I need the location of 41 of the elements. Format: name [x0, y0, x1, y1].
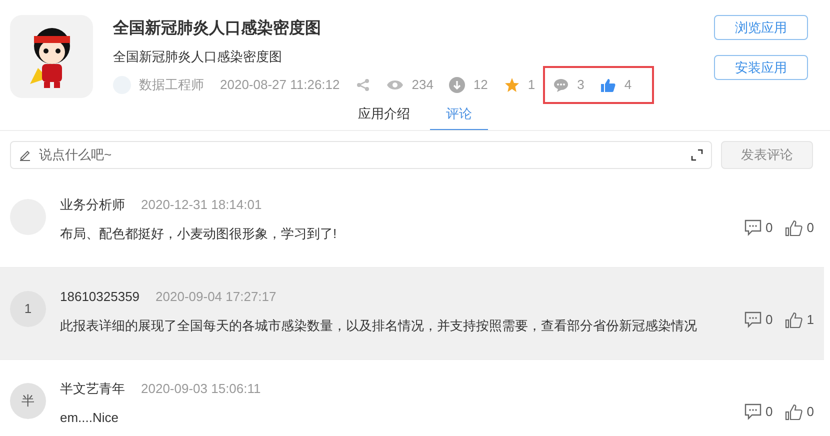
publish-date: 2020-08-27 11:26:12	[220, 76, 340, 94]
action-button[interactable]: 安装应用	[714, 55, 808, 80]
comment-time: 2020-09-03 15:06:11	[141, 380, 261, 398]
app-subtitle: 全国新冠肺炎人口感染密度图	[113, 48, 283, 66]
user-name[interactable]: 18610325359	[60, 286, 140, 306]
reply-count: 0	[766, 219, 773, 237]
user-avatar: 1	[10, 290, 46, 326]
comment-text: 布局、配色都挺好，小麦动图很形象，学习到了!	[60, 225, 338, 243]
stat-count: 12	[473, 76, 488, 94]
comment-input[interactable]: 说点什么吧~	[39, 144, 683, 164]
comment-text: 此报表详细的展现了全国每天的各城市感染数量，以及排名情况，并支持按照需要，查看部分省份新冠感染情况	[60, 317, 698, 335]
thumbs-up-icon[interactable]	[784, 218, 803, 237]
like-count: 0	[806, 403, 814, 421]
tab[interactable]: 评论	[430, 104, 488, 130]
comment-icon[interactable]	[744, 219, 762, 236]
thumbs-up-icon[interactable]	[784, 402, 803, 421]
comment-time: 2020-12-31 18:14:01	[141, 196, 262, 214]
reply-count: 0	[766, 311, 773, 329]
stat-count: 1	[528, 76, 536, 94]
app-title: 全国新冠肺炎人口感染密度图	[113, 18, 322, 39]
like-count: 1	[806, 311, 814, 329]
comment-time: 2020-09-04 17:27:17	[156, 288, 276, 306]
author-name[interactable]: 数据工程师	[139, 75, 204, 95]
expand-icon[interactable]	[691, 148, 703, 160]
stat-count: 4	[624, 76, 632, 94]
comment-text: em....Nice	[60, 409, 120, 427]
user-name[interactable]: 半文艺青年	[60, 378, 125, 398]
user-avatar: 半	[10, 382, 46, 418]
reply-count: 0	[766, 403, 773, 421]
action-button[interactable]: 浏览应用	[714, 15, 808, 40]
thumbs-up-icon[interactable]	[784, 310, 803, 329]
stat-count: 3	[577, 76, 584, 94]
like-count: 0	[806, 219, 814, 237]
comment-icon[interactable]	[744, 403, 762, 420]
user-name[interactable]: 业务分析师	[60, 194, 125, 214]
stat-count: 234	[412, 76, 434, 94]
comment-icon[interactable]	[744, 311, 762, 328]
pencil-icon	[19, 148, 31, 160]
tab[interactable]: 应用介绍	[342, 104, 426, 130]
submit-button[interactable]: 发表评论	[721, 140, 813, 168]
comment-field[interactable]: 说点什么吧~	[10, 140, 712, 168]
